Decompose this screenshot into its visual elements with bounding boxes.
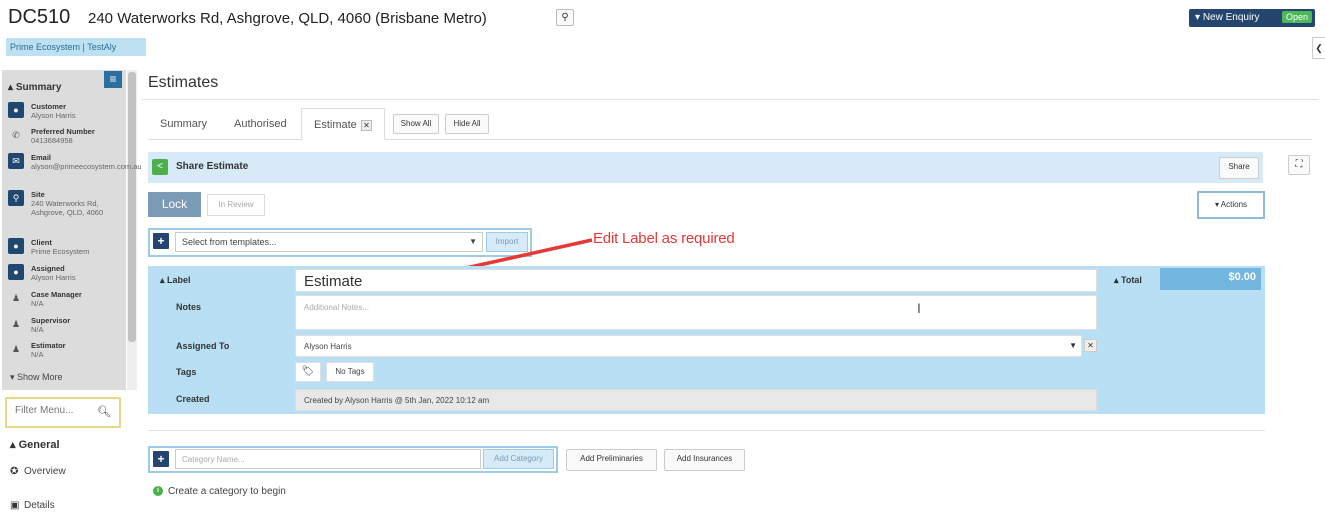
actions-button[interactable]: ▾ Actions (1197, 191, 1265, 219)
overview-icon: ✪ (10, 466, 19, 477)
status-badge: Open (1281, 11, 1312, 23)
created-label: Created (176, 394, 210, 404)
expand-icon: ⛶ (1295, 159, 1303, 170)
job-code: DC510 (8, 6, 71, 28)
org-banner: Prime Ecosystem | TestAly (6, 38, 146, 56)
no-tags-button[interactable]: No Tags (326, 362, 374, 382)
user-icon: ● (8, 238, 24, 254)
job-address: 240 Waterworks Rd, Ashgrove, QLD, 4060 (… (88, 10, 487, 27)
label-section-toggle[interactable]: ▴ Label (160, 275, 191, 286)
share-icon: < (152, 159, 168, 175)
clear-assigned-button[interactable]: ✕ (1084, 339, 1097, 352)
nav-details[interactable]: ▣ Details (10, 500, 55, 511)
tag-icon: 🏷︎ (301, 366, 315, 377)
filter-menu-input[interactable] (15, 405, 95, 416)
share-estimate-title: Share Estimate (176, 161, 249, 172)
show-more-link[interactable]: ▾ Show More (10, 372, 63, 383)
search-icon[interactable]: 🔍︎ (97, 405, 111, 418)
label-input[interactable]: Estimate (295, 269, 1097, 292)
show-all-button[interactable]: Show All (393, 114, 439, 134)
add-category-plus-button[interactable]: + (153, 451, 169, 467)
empty-hint: Create a category to begin (168, 486, 286, 497)
notes-label: Notes (176, 302, 202, 312)
person-icon: ♟ (11, 293, 21, 303)
details-icon: ▣ (10, 500, 20, 511)
total-value: $0.00 (1228, 271, 1256, 283)
assigned-to-label: Assigned To (176, 341, 230, 351)
tab-estimate[interactable]: Estimate ✕ (301, 108, 385, 140)
user-icon: ● (8, 102, 24, 118)
total-section-toggle[interactable]: ▴ Total (1114, 275, 1142, 286)
assigned-to-select[interactable]: Alyson Harris ▼ (295, 335, 1082, 357)
hide-all-button[interactable]: Hide All (445, 114, 489, 134)
title-divider (142, 99, 1318, 100)
map-pin-button[interactable]: ⚲ (556, 9, 574, 26)
tab-summary[interactable]: Summary (160, 118, 207, 130)
notes-textarea[interactable]: Additional Notes... (295, 295, 1097, 330)
person-icon: ♟ (11, 319, 21, 329)
sidebar-scroll-thumb[interactable] (128, 72, 136, 342)
plus-icon: + (157, 234, 165, 248)
close-icon: ✕ (1087, 341, 1094, 350)
general-section-toggle[interactable]: ▴ General (10, 438, 60, 451)
chevron-icon: ❮ (1315, 43, 1323, 53)
sidebar-summary-toggle[interactable]: ▴ Summary (8, 82, 61, 93)
new-enquiry-label: New Enquiry (1202, 12, 1260, 23)
add-category-button[interactable]: Add Category (483, 449, 554, 469)
section-divider (148, 430, 1265, 431)
tab-authorised[interactable]: Authorised (234, 118, 287, 130)
new-enquiry-button[interactable]: ▾ New Enquiry Open (1189, 9, 1315, 27)
add-template-button[interactable]: + (153, 233, 169, 249)
tag-button[interactable]: 🏷︎ (295, 362, 321, 382)
text-cursor-icon: I (917, 300, 921, 316)
add-preliminaries-button[interactable]: Add Preliminaries (566, 449, 657, 471)
email-icon: ✉ (8, 153, 24, 169)
plus-icon: + (157, 452, 165, 466)
nav-overview[interactable]: ✪ Overview (10, 466, 66, 477)
page-title: Estimates (148, 74, 219, 91)
menu-toggle-button[interactable]: ≡ (104, 71, 122, 88)
info-icon: i (153, 486, 163, 496)
map-pin-icon: ⚲ (561, 12, 569, 23)
tab-estimate-label: Estimate (314, 119, 357, 131)
user-icon: ● (8, 264, 24, 280)
created-field: Created by Alyson Harris @ 5th Jan, 2022… (295, 389, 1097, 411)
filter-menu: 🔍︎ (5, 397, 121, 428)
map-pin-icon: ⚲ (8, 190, 24, 206)
share-button[interactable]: Share (1219, 157, 1259, 179)
tags-label: Tags (176, 367, 197, 377)
expand-button[interactable]: ⛶ (1288, 155, 1310, 175)
hamburger-icon: ≡ (109, 72, 117, 86)
panel-toggle-button[interactable]: ❮ (1312, 37, 1325, 59)
annotation-callout: Edit Label as required (593, 230, 735, 247)
person-icon: ♟ (11, 344, 21, 354)
phone-icon: ✆ (12, 130, 20, 140)
lock-button[interactable]: Lock (148, 192, 201, 217)
add-insurances-button[interactable]: Add Insurances (664, 449, 745, 471)
caret-down-icon: ▼ (1069, 341, 1077, 350)
share-estimate-bar: < Share Estimate (148, 152, 1263, 183)
close-icon[interactable]: ✕ (361, 120, 372, 131)
category-name-input[interactable]: Category Name... (175, 449, 481, 469)
in-review-button[interactable]: In Review (207, 194, 265, 216)
